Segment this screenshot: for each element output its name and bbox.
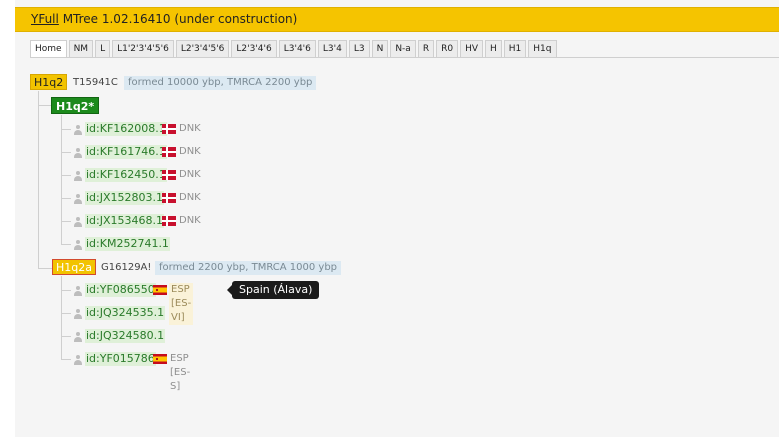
spain-flag-icon (153, 285, 167, 295)
person-icon (73, 194, 83, 204)
tab-n-a[interactable]: N-a (390, 40, 416, 58)
country-code: DNK (179, 169, 201, 180)
person-icon (73, 171, 83, 181)
person-icon (73, 332, 83, 342)
tree-branch (61, 313, 71, 314)
sample-id[interactable]: id:JQ324580.1 (85, 329, 166, 343)
tree-branch (61, 244, 71, 245)
person-icon (73, 148, 83, 158)
tab-r0[interactable]: R0 (436, 40, 459, 58)
denmark-flag-icon (162, 124, 176, 134)
sample-id[interactable]: id:JQ324535.1 (85, 306, 166, 320)
country-tooltip: Spain (Álava) (226, 281, 320, 299)
tree-branch (61, 359, 71, 360)
tab-hv[interactable]: HV (460, 40, 483, 58)
country-code: ESP [ES-S] (170, 353, 191, 392)
left-gutter (0, 0, 15, 437)
tree-branch (61, 290, 71, 291)
person-icon (73, 217, 83, 227)
denmark-flag-icon (162, 147, 176, 157)
tab-h[interactable]: H (485, 40, 502, 58)
sample-id[interactable]: id:YF015786 (85, 352, 156, 366)
header-text: YFull MTree 1.02.16410 (under constructi… (31, 12, 297, 26)
tab-rule (30, 57, 779, 58)
tree-line-h1q2a (61, 276, 62, 360)
tab-l3[interactable]: L3 (348, 40, 370, 58)
tab-l2-3-4-6[interactable]: L2'3'4'6 (231, 40, 277, 58)
country-code: DNK (179, 192, 201, 203)
page-header: YFull MTree 1.02.16410 (under constructi… (15, 7, 779, 32)
tab-home[interactable]: Home (30, 40, 67, 58)
navigation-tabs: Home NM L L1'2'3'4'5'6 L2'3'4'5'6 L2'3'4… (30, 40, 559, 58)
denmark-flag-icon (162, 216, 176, 226)
tab-l3-4[interactable]: L3'4 (317, 40, 347, 58)
country-code: DNK (179, 146, 201, 157)
haplogroup-h1q2[interactable]: H1q2 (30, 74, 68, 90)
tab-h1q[interactable]: H1q (528, 40, 557, 58)
tree-connector-h1q2a (38, 268, 53, 269)
snp-h1q2a: G16129A! (101, 262, 152, 273)
person-icon (73, 355, 83, 365)
sample-id[interactable]: id:JX152803.1 (85, 191, 165, 205)
person-icon (73, 286, 83, 296)
tree-branch (61, 129, 71, 130)
tree-connector-h1q2star (38, 105, 52, 106)
person-icon (73, 125, 83, 135)
tree-branch (61, 221, 71, 222)
person-icon (73, 240, 83, 250)
tree-line-h1q2star (61, 115, 62, 245)
sample-id[interactable]: id:JX153468.1 (85, 214, 165, 228)
tree-branch (61, 198, 71, 199)
tree-branch (61, 175, 71, 176)
app-title: MTree 1.02.16410 (under construction) (62, 12, 298, 26)
tab-l3-4-6[interactable]: L3'4'6 (278, 40, 316, 58)
sample-id[interactable]: id:KM252741.1 (85, 237, 170, 251)
age-h1q2: formed 10000 ybp, TMRCA 2200 ybp (124, 76, 317, 90)
denmark-flag-icon (162, 193, 176, 203)
sample-id[interactable]: id:KF162008.1 (85, 122, 167, 136)
tab-l2-3-4-5-6[interactable]: L2'3'4'5'6 (175, 40, 230, 58)
spain-flag-icon (153, 354, 167, 364)
denmark-flag-icon (162, 170, 176, 180)
sample-id[interactable]: id:KF162450.1 (85, 168, 167, 182)
haplogroup-h1q2star[interactable]: H1q2* (51, 97, 100, 114)
sample-id[interactable]: id:YF086550 (85, 283, 156, 297)
age-h1q2a: formed 2200 ybp, TMRCA 1000 ybp (155, 261, 342, 275)
country-code: DNK (179, 215, 201, 226)
tab-l1-2-3-4-5-6[interactable]: L1'2'3'4'5'6 (112, 40, 174, 58)
yfull-link[interactable]: YFull (31, 12, 59, 26)
haplogroup-h1q2a[interactable]: H1q2a (52, 259, 96, 275)
tab-r[interactable]: R (417, 40, 435, 58)
snp-h1q2: T15941C (73, 77, 118, 88)
tab-nm[interactable]: NM (68, 40, 94, 58)
tab-l[interactable]: L (95, 40, 111, 58)
tab-h1[interactable]: H1 (503, 40, 527, 58)
tree-branch (61, 152, 71, 153)
person-icon (73, 309, 83, 319)
country-code: DNK (179, 123, 201, 134)
country-code[interactable]: ESP [ES-VI] (169, 283, 193, 325)
tree-line-root (38, 91, 39, 269)
tab-n[interactable]: N (371, 40, 389, 58)
sample-id[interactable]: id:KF161746.1 (85, 145, 167, 159)
tree-branch (61, 336, 71, 337)
